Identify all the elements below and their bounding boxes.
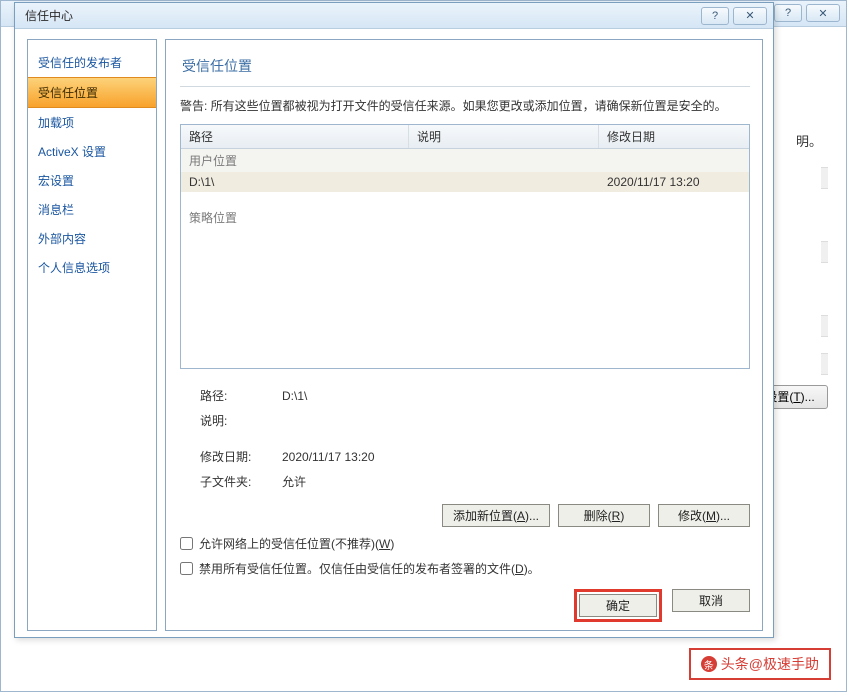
- bg-help-button[interactable]: ?: [774, 4, 802, 22]
- warning-text: 警告: 所有这些位置都被视为打开文件的受信任来源。如果您更改或添加位置，请确保新…: [180, 97, 750, 116]
- sidebar-item-addins[interactable]: 加载项: [28, 108, 156, 137]
- allow-network-label[interactable]: 允许网络上的受信任位置(不推荐)(W): [199, 535, 394, 552]
- detail-sub-label: 子文件夹:: [182, 471, 262, 494]
- col-path[interactable]: 路径: [181, 125, 409, 148]
- col-desc[interactable]: 说明: [409, 125, 599, 148]
- ok-highlight: 确定: [574, 589, 662, 622]
- detail-path-value: D:\1\: [264, 385, 381, 408]
- sidebar-item-messagebar[interactable]: 消息栏: [28, 195, 156, 224]
- disable-all-label[interactable]: 禁用所有受信任位置。仅信任由受信任的发布者签署的文件(D)。: [199, 560, 540, 577]
- close-icon: ✕: [745, 9, 754, 22]
- sidebar-item-privacy[interactable]: 个人信息选项: [28, 253, 156, 282]
- help-button[interactable]: ?: [701, 7, 729, 25]
- sidebar-item-external[interactable]: 外部内容: [28, 224, 156, 253]
- sidebar-item-macro[interactable]: 宏设置: [28, 166, 156, 195]
- detail-path-label: 路径:: [182, 385, 262, 408]
- watermark-icon: 条: [701, 656, 717, 672]
- bg-text-fragment: 明。: [796, 131, 822, 150]
- row-date: 2020/11/17 13:20: [599, 172, 749, 192]
- watermark-text: 头条@极速手助: [721, 654, 819, 674]
- ok-button[interactable]: 确定: [579, 594, 657, 617]
- detail-desc-value: [264, 410, 381, 433]
- detail-desc-label: 说明:: [182, 410, 262, 433]
- close-button[interactable]: ✕: [733, 7, 767, 25]
- table-row[interactable]: D:\1\ 2020/11/17 13:20: [181, 172, 749, 192]
- locations-list: 路径 说明 修改日期 用户位置 D:\1\ 2020/11/17 13:20 策…: [180, 124, 750, 369]
- row-path: D:\1\: [181, 172, 409, 192]
- bg-close-button[interactable]: ✕: [806, 4, 840, 22]
- main-panel: 受信任位置 警告: 所有这些位置都被视为打开文件的受信任来源。如果您更改或添加位…: [165, 39, 763, 631]
- list-header: 路径 说明 修改日期: [181, 125, 749, 149]
- dialog-title: 信任中心: [25, 7, 701, 24]
- sidebar-item-publishers[interactable]: 受信任的发布者: [28, 48, 156, 77]
- dialog-footer: 确定 取消: [180, 577, 750, 622]
- list-body: 用户位置 D:\1\ 2020/11/17 13:20 策略位置: [181, 149, 749, 368]
- help-icon: ?: [712, 10, 718, 22]
- allow-network-row: 允许网络上的受信任位置(不推荐)(W): [180, 535, 750, 552]
- sidebar: 受信任的发布者 受信任位置 加载项 ActiveX 设置 宏设置 消息栏 外部内…: [27, 39, 157, 631]
- cancel-button[interactable]: 取消: [672, 589, 750, 612]
- disable-all-checkbox[interactable]: [180, 562, 193, 575]
- trust-center-dialog: 信任中心 ? ✕ 受信任的发布者 受信任位置 加载项 ActiveX 设置 宏设…: [14, 2, 774, 638]
- watermark: 条 头条@极速手助: [689, 648, 831, 680]
- details-block: 路径: D:\1\ 说明: 修改日期: 2020/11/17 13:20 子文件…: [180, 383, 750, 496]
- sidebar-item-trusted-locations[interactable]: 受信任位置: [28, 77, 156, 108]
- titlebar: 信任中心 ? ✕: [15, 3, 773, 29]
- add-location-button[interactable]: 添加新位置(A)...: [442, 504, 550, 527]
- row-desc: [409, 172, 599, 192]
- disable-all-row: 禁用所有受信任位置。仅信任由受信任的发布者签署的文件(D)。: [180, 560, 750, 577]
- detail-sub-value: 允许: [264, 471, 381, 494]
- col-date[interactable]: 修改日期: [599, 125, 749, 148]
- sidebar-item-activex[interactable]: ActiveX 设置: [28, 137, 156, 166]
- group-user-locations: 用户位置: [181, 149, 749, 172]
- allow-network-checkbox[interactable]: [180, 537, 193, 550]
- action-buttons: 添加新位置(A)... 删除(R) 修改(M)...: [180, 504, 750, 527]
- group-policy-locations: 策略位置: [181, 206, 749, 229]
- detail-date-label: 修改日期:: [182, 446, 262, 469]
- detail-date-value: 2020/11/17 13:20: [264, 446, 381, 469]
- modify-button[interactable]: 修改(M)...: [658, 504, 750, 527]
- remove-button[interactable]: 删除(R): [558, 504, 650, 527]
- panel-heading: 受信任位置: [180, 50, 750, 87]
